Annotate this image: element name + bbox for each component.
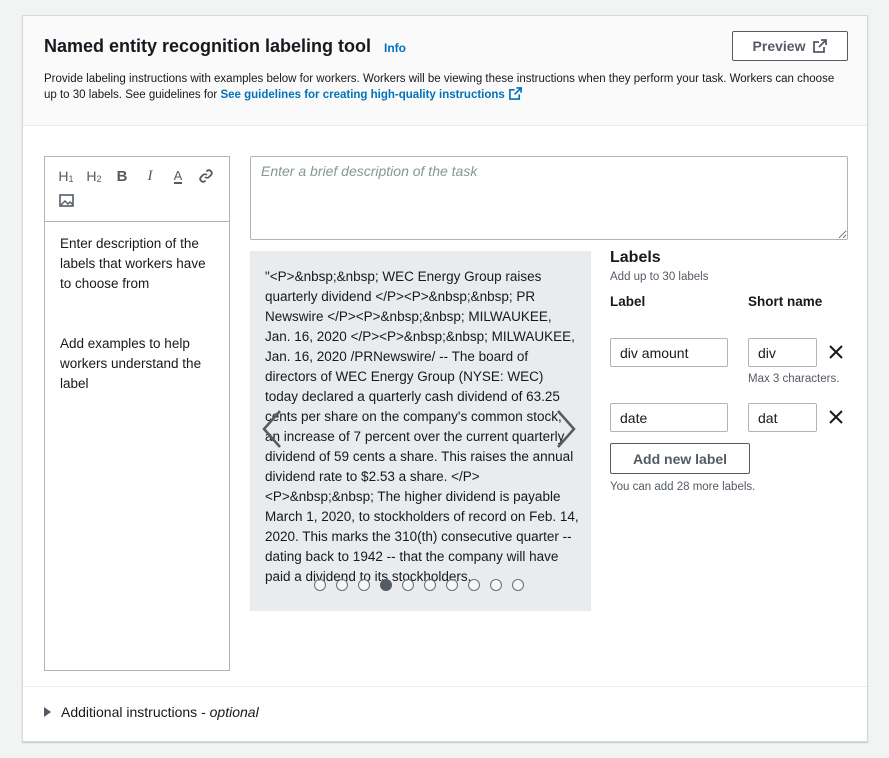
optional-text: optional (209, 704, 259, 720)
heading-1-icon[interactable]: H1 (57, 167, 75, 185)
guidelines-link-label: See guidelines for creating high-quality… (220, 89, 505, 101)
labels-title: Labels (610, 249, 661, 266)
remove-label-icon[interactable] (826, 407, 846, 427)
preview-button[interactable]: Preview (732, 31, 848, 61)
editor-paragraph-examples: Add examples to help workers understand … (60, 336, 202, 391)
labels-subtitle: Add up to 30 labels (610, 271, 709, 283)
carousel-dot[interactable] (468, 579, 480, 591)
link-icon[interactable] (197, 167, 215, 185)
remaining-labels-hint: You can add 28 more labels. (610, 481, 756, 493)
card-header: Named entity recognition labeling tool I… (23, 16, 867, 126)
page-title: Named entity recognition labeling tool (44, 36, 372, 56)
image-icon[interactable] (57, 191, 75, 209)
guidelines-link[interactable]: See guidelines for creating high-quality… (220, 87, 522, 101)
bold-icon[interactable]: B (113, 167, 131, 185)
remove-label-icon[interactable] (826, 342, 846, 362)
labeling-tool-card: Named entity recognition labeling tool I… (22, 15, 868, 742)
carousel-dot[interactable] (424, 579, 436, 591)
heading-2-icon[interactable]: H2 (85, 167, 103, 185)
carousel-next-icon[interactable] (550, 407, 580, 451)
preview-button-label: Preview (752, 38, 806, 54)
info-link[interactable]: Info (384, 41, 406, 55)
carousel-dot[interactable] (402, 579, 414, 591)
carousel-dot[interactable] (512, 579, 524, 591)
label-input[interactable] (610, 403, 728, 432)
labels-section: Labels Add up to 30 labels Label Short n… (610, 249, 850, 493)
section-divider (23, 686, 867, 687)
editor-content[interactable]: Enter description of the labels that wor… (45, 222, 229, 446)
short-name-column-header: Short name (748, 294, 823, 309)
carousel-dot[interactable] (446, 579, 458, 591)
additional-instructions-label: Additional instructions - optional (61, 704, 259, 720)
carousel-dot[interactable] (380, 579, 392, 591)
short-name-input[interactable] (748, 338, 817, 367)
italic-icon[interactable]: I (141, 167, 159, 185)
carousel-prev-icon[interactable] (258, 407, 288, 451)
editor-paragraph-labels: Enter description of the labels that wor… (60, 236, 206, 291)
carousel-dot[interactable] (314, 579, 326, 591)
caret-right-icon (44, 707, 51, 717)
additional-label-text: Additional instructions - (61, 704, 210, 720)
label-column-header: Label (610, 294, 646, 309)
carousel-dot[interactable] (490, 579, 502, 591)
add-new-label-button[interactable]: Add new label (610, 443, 750, 474)
carousel-dots (314, 579, 524, 591)
external-link-icon (508, 87, 522, 100)
carousel-dot[interactable] (336, 579, 348, 591)
text-color-icon[interactable]: A (169, 167, 187, 185)
task-description-input[interactable] (250, 156, 848, 240)
short-name-input[interactable] (748, 403, 817, 432)
carousel-example-text: "<P>&nbsp;&nbsp; WEC Energy Group raises… (265, 269, 579, 584)
instructions-editor: H1 H2 B I A Enter description of the lab… (44, 156, 230, 671)
additional-instructions-toggle[interactable]: Additional instructions - optional (44, 704, 259, 720)
header-description: Provide labeling instructions with examp… (44, 71, 844, 103)
external-link-icon (813, 39, 828, 53)
carousel-dot[interactable] (358, 579, 370, 591)
max-characters-hint: Max 3 characters. (748, 373, 840, 385)
editor-toolbar: H1 H2 B I A (45, 157, 229, 222)
label-input[interactable] (610, 338, 728, 367)
example-carousel: "<P>&nbsp;&nbsp; WEC Energy Group raises… (250, 251, 591, 611)
